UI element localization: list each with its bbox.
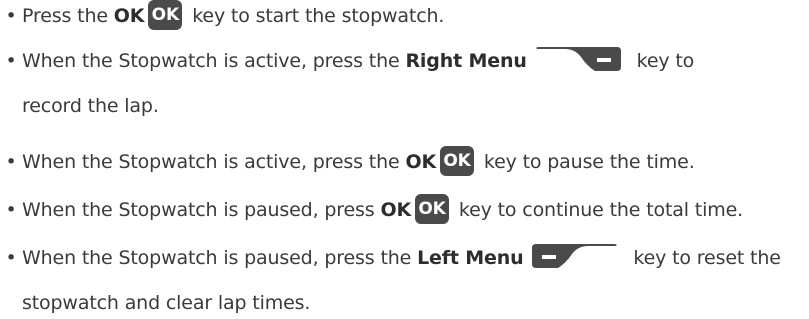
bullet-icon: • [5, 247, 17, 269]
instruction-text: key to [630, 50, 695, 72]
key-name-label: OK [380, 199, 412, 221]
instruction-text: key to reset the [627, 247, 781, 269]
instruction-text: record the lap. [22, 95, 159, 117]
ok-key-icon: OK [440, 145, 475, 176]
instruction-line: • When the Stopwatch is paused, press the… [0, 242, 781, 274]
instruction-line: • When the Stopwatch is active, press the… [0, 145, 695, 178]
right-menu-key-icon [535, 46, 621, 73]
bullet-icon: • [5, 199, 17, 221]
instruction-continuation-line: stopwatch and clear lap times. [22, 287, 310, 319]
key-name-label: OK [405, 151, 437, 173]
ok-key-label: OK [418, 198, 446, 219]
stopwatch-instructions-page: • Press the OK OK key to start the stopwat… [0, 0, 809, 314]
instruction-text: stopwatch and clear lap times. [22, 292, 311, 314]
ok-key-label: OK [151, 4, 179, 25]
bullet-icon: • [5, 151, 17, 173]
instruction-list: • Press the OK OK key to start the stopwat… [0, 0, 809, 314]
instruction-text: When the Stopwatch is paused, press the [22, 247, 418, 269]
instruction-text: key to start the stopwatch. [186, 5, 445, 27]
instruction-text: When the Stopwatch is paused, press [22, 199, 381, 221]
bullet-icon: • [5, 50, 17, 72]
key-name-label: Right Menu [405, 50, 527, 72]
instruction-continuation-line: record the lap. [22, 90, 159, 122]
instruction-text: key to continue the total time. [453, 199, 744, 221]
ok-key-label: OK [443, 150, 471, 171]
ok-key-icon: OK [415, 193, 450, 224]
instruction-text: key to pause the time. [478, 151, 695, 173]
ok-key-icon: OK [148, 0, 183, 30]
bullet-icon: • [5, 5, 17, 27]
instruction-text: When the Stopwatch is active, press the [22, 151, 406, 173]
instruction-line: • Press the OK OK key to start the stopwat… [0, 0, 444, 32]
instruction-text: Press the [22, 5, 114, 27]
key-name-label: OK [113, 5, 145, 27]
instruction-line: • When the Stopwatch is active, press the… [0, 45, 694, 77]
key-name-label: Left Menu [417, 247, 524, 269]
instruction-line: • When the Stopwatch is paused, press OK O… [0, 193, 744, 226]
instruction-text: When the Stopwatch is active, press the [22, 50, 406, 72]
left-menu-key-icon [531, 243, 618, 270]
